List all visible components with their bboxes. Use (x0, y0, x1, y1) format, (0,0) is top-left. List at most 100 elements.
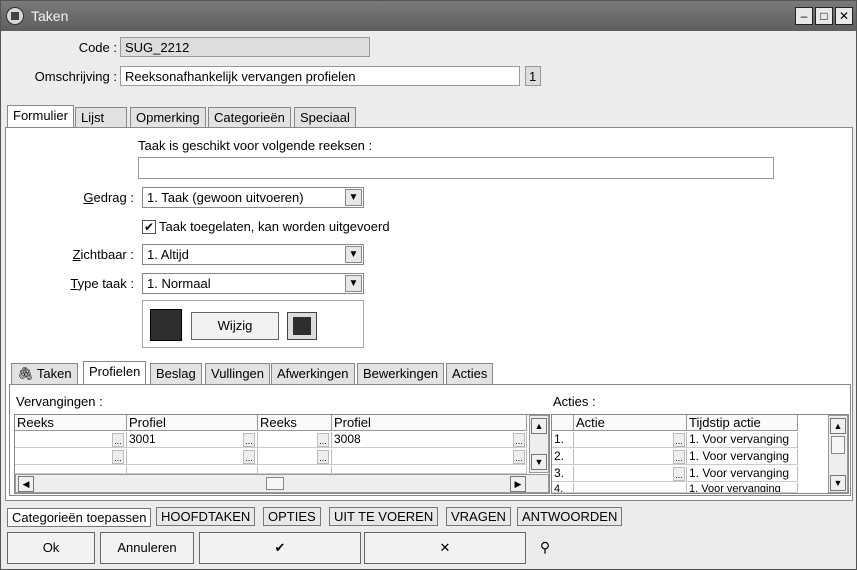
acties-grid: Actie Tijdstip actie 1. ... 1. Voor verv… (551, 414, 849, 494)
code-field[interactable]: SUG_2212 (120, 37, 370, 57)
table-cell[interactable] (574, 466, 687, 482)
chevron-down-icon[interactable]: ▼ (345, 189, 362, 206)
series-field[interactable] (138, 157, 774, 179)
vertical-scrollbar[interactable]: ▲ ▼ (828, 415, 848, 493)
ellipsis-button[interactable]: ... (243, 450, 255, 464)
tab-categorieen[interactable]: Categorieën (208, 107, 291, 128)
table-cell[interactable] (574, 432, 687, 448)
wijzig-button[interactable]: Wijzig (191, 312, 279, 340)
ellipsis-button[interactable]: ... (673, 467, 685, 481)
column-header[interactable]: Profiel (332, 415, 527, 431)
tab-vragen[interactable]: VRAGEN (446, 507, 511, 526)
omschrijving-field[interactable]: Reeksonafhankelijk vervangen profielen (120, 66, 520, 86)
table-cell[interactable]: 1. Voor vervanging (687, 466, 798, 482)
row-number: 3. (552, 466, 574, 482)
ellipsis-button[interactable]: ... (112, 450, 124, 464)
column-header[interactable]: Profiel (127, 415, 258, 431)
tab-hoofdtaken[interactable]: HOOFDTAKEN (156, 507, 256, 526)
zichtbaar-value: 1. Altijd (147, 247, 189, 262)
subtab-afwerkingen[interactable]: Afwerkingen (271, 363, 355, 384)
ellipsis-button[interactable]: ... (317, 450, 329, 464)
vervangingen-grid: Reeks Profiel Reeks Profiel ... 3001 ...… (14, 414, 550, 494)
table-cell[interactable] (332, 466, 527, 474)
tab-speciaal[interactable]: Speciaal (294, 107, 356, 128)
acties-label: Acties : (553, 394, 596, 409)
type-taak-select[interactable]: 1. Normaal ▼ (142, 273, 364, 294)
scroll-thumb[interactable] (266, 477, 284, 490)
table-cell[interactable] (258, 466, 332, 474)
language-badge[interactable]: 1 (525, 66, 541, 86)
table-cell[interactable] (15, 432, 127, 448)
table-cell[interactable]: 3001 (127, 432, 258, 448)
type-taak-value: 1. Normaal (147, 276, 211, 291)
scroll-down-icon[interactable]: ▼ (830, 475, 846, 491)
app-icon (6, 7, 24, 25)
subtab-acties[interactable]: Acties (446, 363, 494, 384)
ok-button[interactable]: Ok (7, 532, 95, 564)
table-cell[interactable] (574, 483, 687, 493)
tab-opties[interactable]: OPTIES (263, 507, 321, 526)
code-label: Code : (78, 40, 117, 55)
subtab-beslag[interactable]: Beslag (150, 363, 202, 384)
ellipsis-button[interactable]: ... (112, 433, 124, 447)
subtab-taken[interactable]: 🖇 Taken (11, 363, 78, 384)
maximize-button[interactable]: □ (815, 7, 833, 25)
tab-antwoorden[interactable]: ANTWOORDEN (517, 507, 623, 526)
subtab-profielen[interactable]: Profielen (83, 361, 147, 384)
table-cell[interactable] (15, 466, 127, 474)
type-taak-label: Type taak : (70, 276, 134, 291)
table-cell[interactable] (127, 466, 258, 474)
binoculars-icon[interactable]: ⚲ (532, 535, 558, 561)
ellipsis-button[interactable]: ... (673, 433, 685, 447)
column-header[interactable]: Actie (574, 415, 687, 431)
profielen-panel: Vervangingen : Acties : Reeks Profiel Re… (9, 384, 851, 496)
chevron-down-icon[interactable]: ▼ (345, 275, 362, 292)
window-title: Taken (31, 8, 69, 24)
ellipsis-button[interactable]: ... (317, 433, 329, 447)
ellipsis-button[interactable]: ... (513, 450, 525, 464)
row-number: 1. (552, 432, 574, 448)
toegelaten-checkbox[interactable]: ✔ (142, 220, 156, 234)
column-header[interactable]: Reeks (15, 415, 127, 431)
table-cell[interactable] (574, 449, 687, 465)
table-cell[interactable] (127, 449, 258, 465)
tab-opmerking[interactable]: Opmerking (130, 107, 206, 128)
omschrijving-label: Omschrijving : (34, 69, 117, 84)
tab-uit-te-voeren[interactable]: UIT TE VOEREN (329, 507, 439, 526)
table-cell[interactable] (332, 449, 527, 465)
cancel-action-button[interactable]: ✕ (364, 532, 526, 564)
table-cell[interactable] (15, 449, 127, 465)
scroll-up-icon[interactable]: ▲ (531, 418, 547, 434)
ellipsis-button[interactable]: ... (513, 433, 525, 447)
subtab-vullingen[interactable]: Vullingen (205, 363, 271, 384)
subtab-bewerkingen[interactable]: Bewerkingen (357, 363, 445, 384)
tab-formulier[interactable]: Formulier (7, 105, 74, 128)
vertical-scrollbar[interactable]: ▲ ▼ (529, 415, 549, 473)
column-header[interactable]: Reeks (258, 415, 332, 431)
zichtbaar-select[interactable]: 1. Altijd ▼ (142, 244, 364, 265)
annuleren-button[interactable]: Annuleren (100, 532, 194, 564)
subtab-taken-label: Taken (36, 366, 72, 381)
confirm-button[interactable]: ✔ (199, 532, 361, 564)
ellipsis-button[interactable]: ... (673, 450, 685, 464)
horizontal-scrollbar[interactable]: ◀ ▶ (15, 474, 549, 493)
scroll-down-icon[interactable]: ▼ (531, 454, 547, 470)
ellipsis-button[interactable]: ... (243, 433, 255, 447)
color-picker-button[interactable] (287, 312, 317, 340)
minimize-button[interactable]: – (795, 7, 813, 25)
scroll-right-icon[interactable]: ▶ (510, 476, 526, 492)
tab-lijst[interactable]: Lijst (75, 107, 127, 128)
column-header[interactable]: Tijdstip actie (687, 415, 798, 431)
tab-categorieen-toepassen[interactable]: Categorieën toepassen (7, 508, 152, 527)
scroll-left-icon[interactable]: ◀ (18, 476, 34, 492)
gedrag-select[interactable]: 1. Taak (gewoon uitvoeren) ▼ (142, 187, 364, 208)
table-cell[interactable]: 1. Voor vervanging (687, 483, 798, 493)
chevron-down-icon[interactable]: ▼ (345, 246, 362, 263)
scroll-up-icon[interactable]: ▲ (830, 418, 846, 434)
table-cell[interactable]: 3008 (332, 432, 527, 448)
scroll-thumb[interactable] (831, 436, 845, 454)
table-cell[interactable]: 1. Voor vervanging (687, 449, 798, 465)
column-header (552, 415, 574, 431)
close-button[interactable]: ✕ (835, 7, 853, 25)
table-cell[interactable]: 1. Voor vervanging (687, 432, 798, 448)
